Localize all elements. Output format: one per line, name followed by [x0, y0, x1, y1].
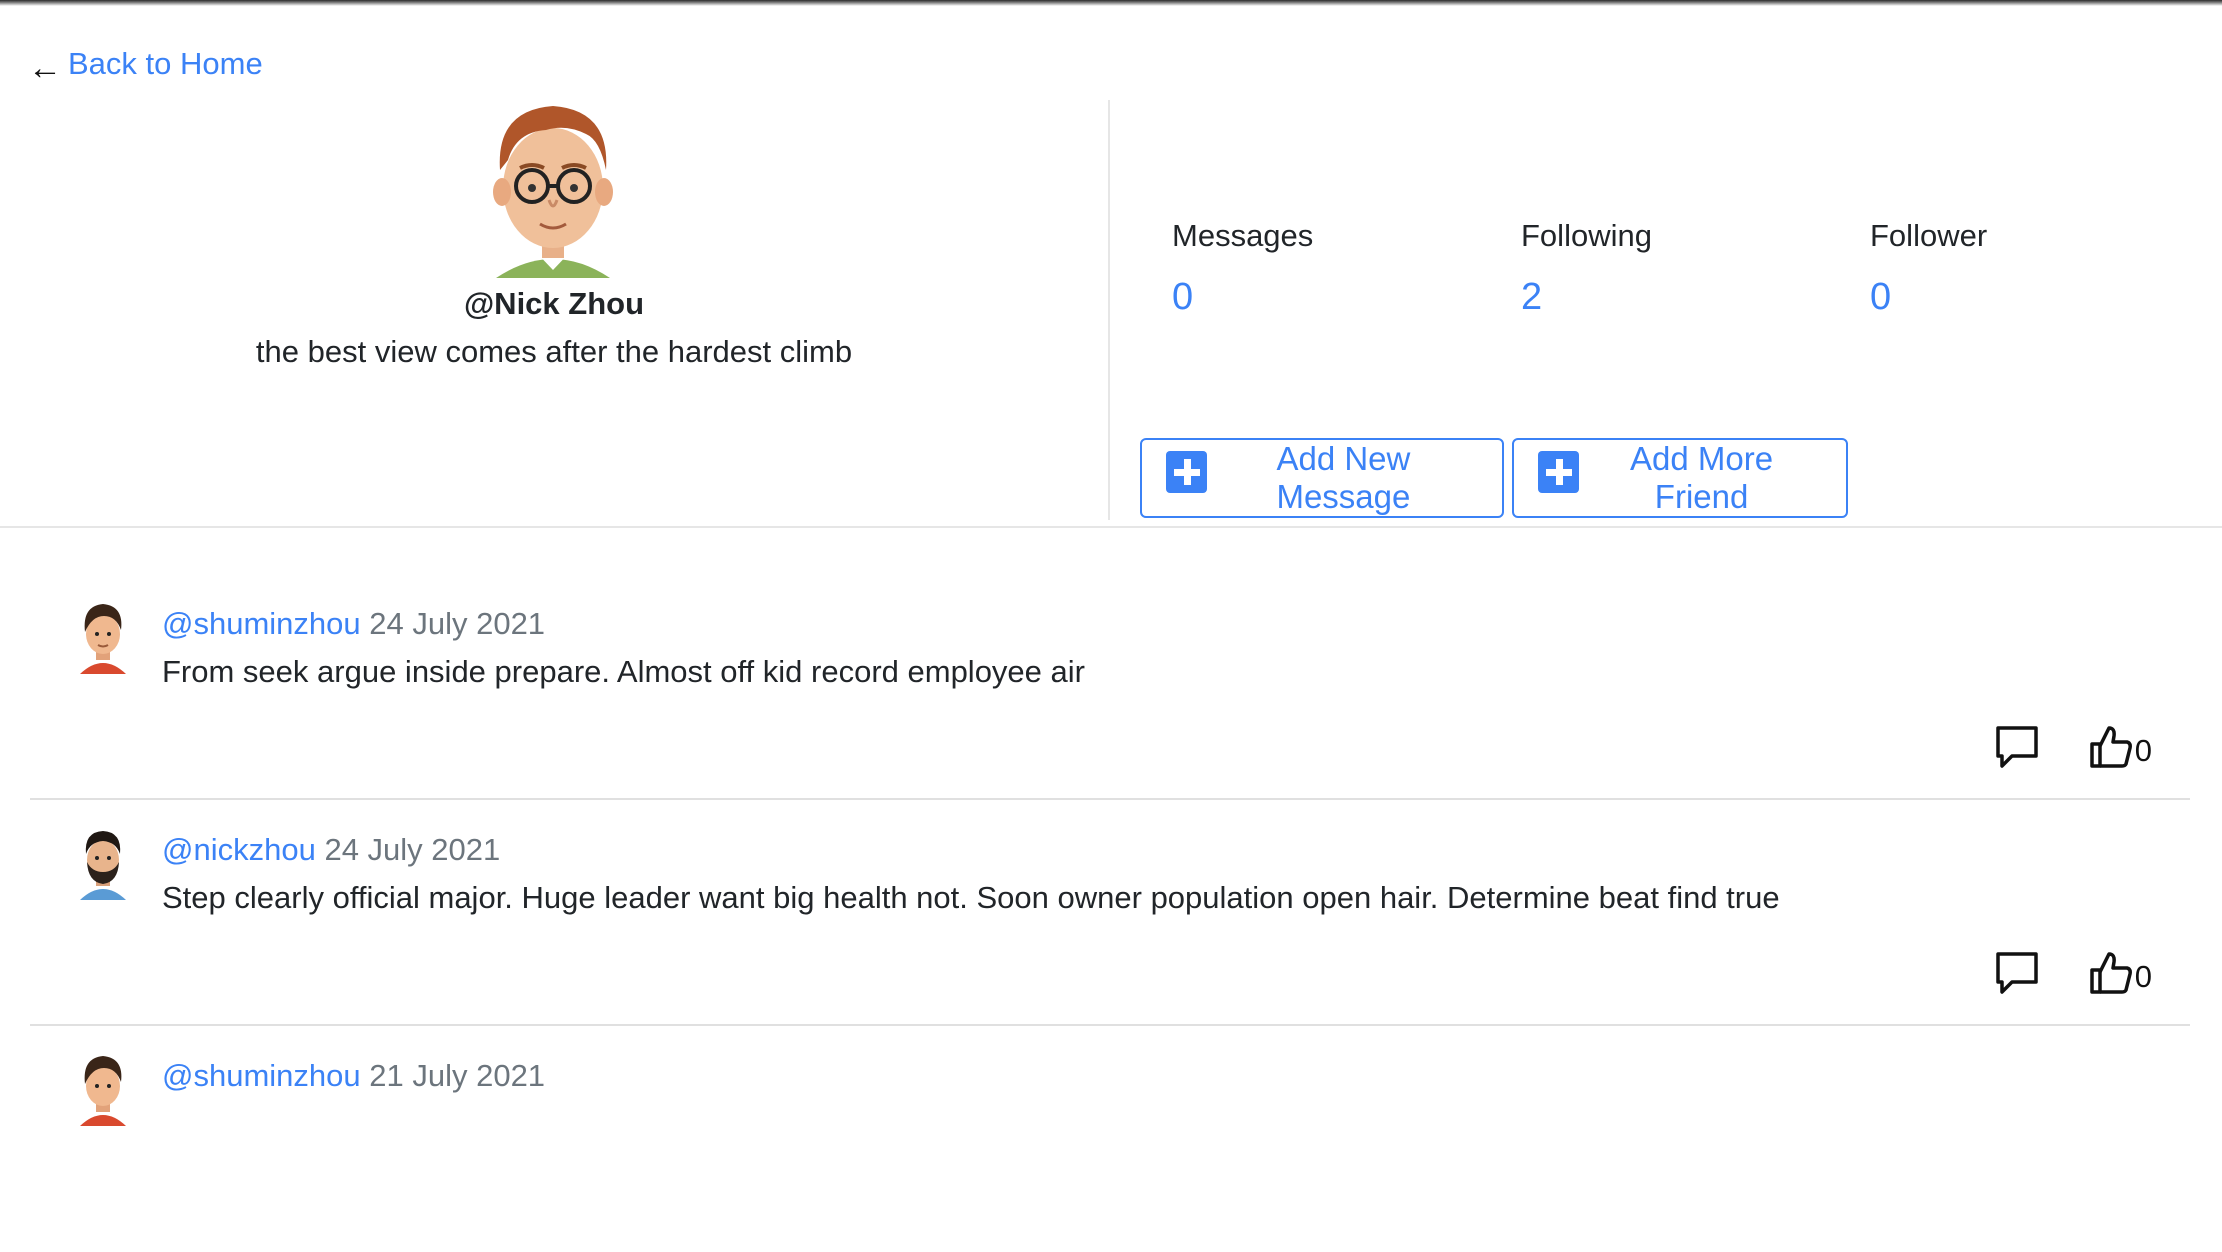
like-count: 0 [2134, 733, 2152, 768]
plus-square-icon [1538, 451, 1580, 493]
profile-username: @Nick Zhou [463, 286, 645, 321]
profile-card: @Nick Zhou the best view comes after the… [0, 100, 1108, 520]
back-to-home-label: Back to Home [68, 46, 263, 81]
add-more-friend-label: Add More Friend [1630, 440, 1774, 515]
feed-username-link[interactable]: @shuminzhou [162, 1058, 361, 1093]
feed-date: 24 July 2021 [369, 606, 546, 641]
back-to-home-link[interactable]: ← Back to Home [28, 46, 263, 87]
stat-value[interactable]: 0 [1172, 276, 1512, 319]
like-count: 0 [2134, 959, 2152, 994]
add-more-friend-button[interactable]: Add More Friend [1512, 438, 1848, 518]
feed-item: @nickzhou 24 July 2021 Step clearly offi… [30, 800, 2190, 1026]
feed-meta: @shuminzhou 21 July 2021 [162, 1058, 545, 1094]
feed-meta: @shuminzhou 24 July 2021 [162, 606, 545, 642]
comment-icon[interactable] [1994, 950, 2040, 996]
feed-item: @shuminzhou 24 July 2021 From seek argue… [30, 574, 2190, 800]
user-avatar[interactable] [76, 1052, 130, 1126]
stat-following: Following 2 [1521, 218, 1861, 319]
stat-value[interactable]: 2 [1521, 276, 1861, 319]
stat-value[interactable]: 0 [1870, 276, 2210, 319]
add-new-message-button[interactable]: Add New Message [1140, 438, 1504, 518]
stat-messages: Messages 0 [1172, 218, 1512, 319]
section-divider [0, 526, 2222, 528]
feed-username-link[interactable]: @shuminzhou [162, 606, 361, 641]
comment-icon[interactable] [1994, 724, 2040, 770]
profile-avatar [486, 100, 620, 282]
stat-label: Messages [1172, 218, 1314, 253]
feed-date: 24 July 2021 [324, 832, 501, 867]
thumbs-up-icon [2090, 952, 2132, 994]
arrow-left-icon: ← [28, 49, 62, 87]
top-shadow [0, 0, 2222, 6]
feed-username-link[interactable]: @nickzhou [162, 832, 316, 867]
add-new-message-label: Add New Message [1276, 440, 1411, 515]
vertical-divider [1108, 100, 1110, 520]
feed-meta: @nickzhou 24 July 2021 [162, 832, 500, 868]
thumbs-up-icon [2090, 726, 2132, 768]
stat-label: Follower [1870, 218, 1988, 253]
user-avatar[interactable] [76, 600, 130, 674]
profile-bio: the best view comes after the hardest cl… [255, 334, 853, 369]
feed-item: @shuminzhou 21 July 2021 [30, 1026, 2190, 1252]
feed-message: From seek argue inside prepare. Almost o… [162, 654, 1085, 689]
feed-message: Step clearly official major. Huge leader… [162, 880, 1780, 915]
user-avatar[interactable] [76, 826, 130, 900]
feed-date: 21 July 2021 [369, 1058, 546, 1093]
stat-follower: Follower 0 [1870, 218, 2210, 319]
like-button[interactable]: 0 [2089, 950, 2152, 996]
like-button[interactable]: 0 [2089, 724, 2152, 770]
stat-label: Following [1521, 218, 1652, 253]
plus-square-icon [1166, 451, 1207, 493]
